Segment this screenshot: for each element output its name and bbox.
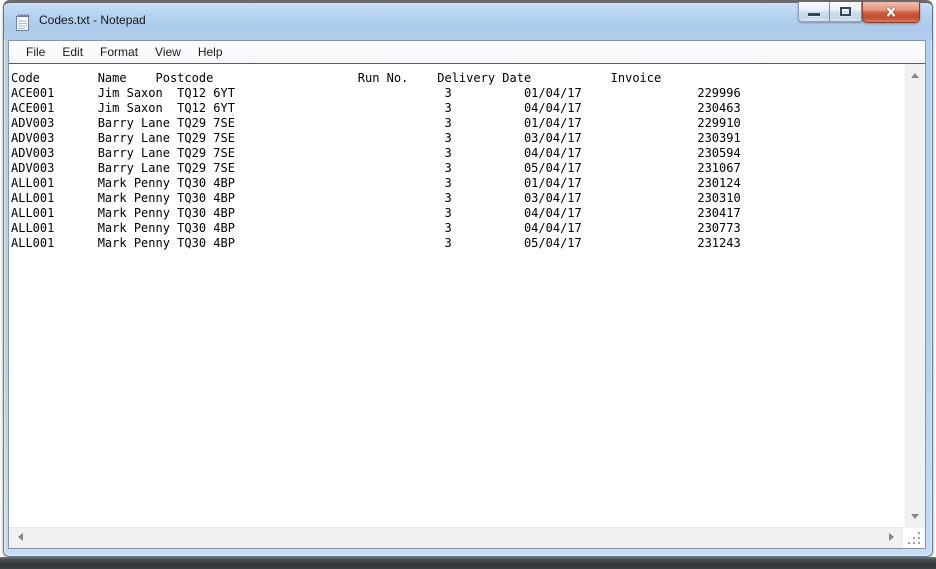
- close-icon: [886, 6, 896, 18]
- menu-help[interactable]: Help: [191, 42, 230, 62]
- text-area[interactable]: Code Name Postcode Run No. Delivery Date…: [9, 64, 905, 528]
- notepad-window: Codes.txt - Notepad File Edit Format Vie…: [3, 0, 933, 557]
- menu-file[interactable]: File: [19, 42, 52, 62]
- taskbar-edge: [0, 557, 936, 569]
- menu-view[interactable]: View: [148, 42, 188, 62]
- close-button[interactable]: [862, 2, 920, 23]
- window-title: Codes.txt - Notepad: [39, 12, 146, 27]
- scroll-down-icon[interactable]: [911, 514, 919, 519]
- maximize-icon: [840, 7, 851, 16]
- notepad-icon: [16, 14, 30, 31]
- minimize-icon: [808, 13, 820, 16]
- minimize-button[interactable]: [798, 2, 830, 22]
- menu-edit[interactable]: Edit: [55, 42, 90, 62]
- scroll-left-icon[interactable]: [18, 533, 23, 541]
- editor: Code Name Postcode Run No. Delivery Date…: [9, 63, 925, 548]
- resize-grip[interactable]: [907, 530, 923, 546]
- horizontal-scrollbar[interactable]: [9, 527, 903, 548]
- menubar: File Edit Format View Help: [9, 41, 925, 63]
- scroll-up-icon[interactable]: [911, 73, 919, 78]
- maximize-button[interactable]: [830, 2, 862, 22]
- scroll-right-icon[interactable]: [889, 533, 894, 541]
- titlebar[interactable]: Codes.txt - Notepad: [4, 2, 932, 40]
- menu-format[interactable]: Format: [93, 42, 145, 62]
- client-area: File Edit Format View Help Code Name Pos…: [8, 40, 926, 549]
- vertical-scrollbar[interactable]: [905, 64, 925, 528]
- window-controls: [798, 2, 920, 23]
